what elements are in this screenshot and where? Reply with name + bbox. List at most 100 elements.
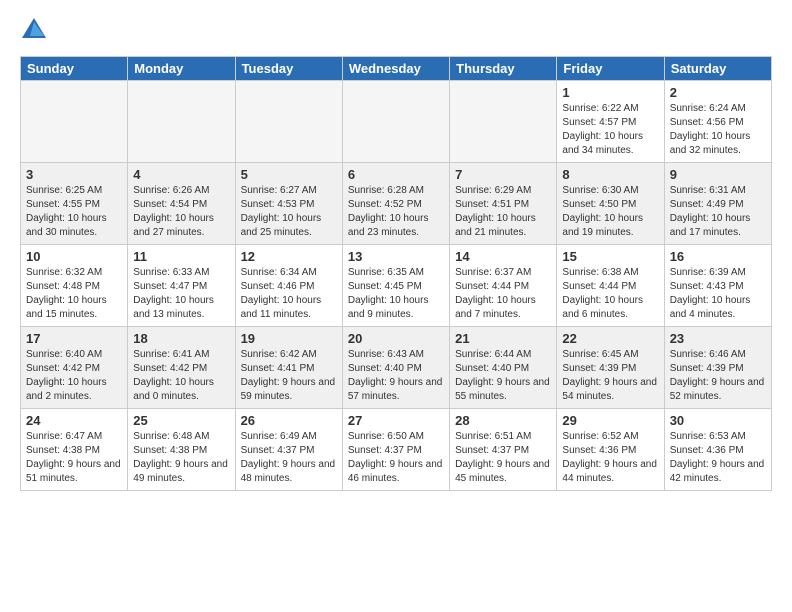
day-info: Sunrise: 6:26 AM Sunset: 4:54 PM Dayligh… <box>133 184 229 240</box>
calendar-cell: 23 Sunrise: 6:46 AM Sunset: 4:39 PM Dayli… <box>664 327 771 409</box>
day-number: 8 <box>562 167 658 182</box>
day-info: Sunrise: 6:35 AM Sunset: 4:45 PM Dayligh… <box>348 266 444 322</box>
calendar-cell: 22Sunrise: 6:45 AM Sunset: 4:39 PM Dayli… <box>557 327 664 409</box>
calendar-cell: 20 Sunrise: 6:43 AM Sunset: 4:40 PM Dayli… <box>342 327 449 409</box>
day-info: Sunrise: 6:37 AM Sunset: 4:44 PM Dayligh… <box>455 266 551 322</box>
calendar-cell <box>450 81 557 163</box>
day-info: Sunrise: 6:47 AM Sunset: 4:38 PM Dayligh… <box>26 430 122 486</box>
day-info: Sunrise: 6:33 AM Sunset: 4:47 PM Dayligh… <box>133 266 229 322</box>
calendar-cell: 17Sunrise: 6:40 AM Sunset: 4:42 PM Dayli… <box>21 327 128 409</box>
day-number: 19 <box>241 331 337 346</box>
logo-icon <box>20 16 48 44</box>
calendar-week-0: 1 Sunrise: 6:22 AM Sunset: 4:57 PM Daylig… <box>21 81 772 163</box>
page: SundayMondayTuesdayWednesdayThursdayFrid… <box>0 0 792 501</box>
day-info: Sunrise: 6:28 AM Sunset: 4:52 PM Dayligh… <box>348 184 444 240</box>
calendar-cell: 29Sunrise: 6:52 AM Sunset: 4:36 PM Dayli… <box>557 409 664 491</box>
calendar-cell: 12 Sunrise: 6:34 AM Sunset: 4:46 PM Dayli… <box>235 245 342 327</box>
day-number: 6 <box>348 167 444 182</box>
day-info: Sunrise: 6:25 AM Sunset: 4:55 PM Dayligh… <box>26 184 122 240</box>
day-number: 7 <box>455 167 551 182</box>
day-info: Sunrise: 6:38 AM Sunset: 4:44 PM Dayligh… <box>562 266 658 322</box>
day-info: Sunrise: 6:43 AM Sunset: 4:40 PM Dayligh… <box>348 348 444 404</box>
day-info: Sunrise: 6:50 AM Sunset: 4:37 PM Dayligh… <box>348 430 444 486</box>
day-info: Sunrise: 6:31 AM Sunset: 4:49 PM Dayligh… <box>670 184 766 240</box>
day-info: Sunrise: 6:34 AM Sunset: 4:46 PM Dayligh… <box>241 266 337 322</box>
calendar-cell: 13 Sunrise: 6:35 AM Sunset: 4:45 PM Dayli… <box>342 245 449 327</box>
day-number: 15 <box>562 249 658 264</box>
calendar-cell: 25Sunrise: 6:48 AM Sunset: 4:38 PM Dayli… <box>128 409 235 491</box>
day-info: Sunrise: 6:22 AM Sunset: 4:57 PM Dayligh… <box>562 102 658 158</box>
calendar-cell: 16 Sunrise: 6:39 AM Sunset: 4:43 PM Dayli… <box>664 245 771 327</box>
day-info: Sunrise: 6:44 AM Sunset: 4:40 PM Dayligh… <box>455 348 551 404</box>
calendar-cell: 10Sunrise: 6:32 AM Sunset: 4:48 PM Dayli… <box>21 245 128 327</box>
day-number: 9 <box>670 167 766 182</box>
day-number: 24 <box>26 413 122 428</box>
calendar-header-sunday: Sunday <box>21 57 128 81</box>
calendar-header-saturday: Saturday <box>664 57 771 81</box>
calendar-cell <box>128 81 235 163</box>
day-number: 23 <box>670 331 766 346</box>
calendar-cell: 2Sunrise: 6:24 AM Sunset: 4:56 PM Daylig… <box>664 81 771 163</box>
day-info: Sunrise: 6:46 AM Sunset: 4:39 PM Dayligh… <box>670 348 766 404</box>
day-number: 21 <box>455 331 551 346</box>
day-info: Sunrise: 6:42 AM Sunset: 4:41 PM Dayligh… <box>241 348 337 404</box>
day-number: 28 <box>455 413 551 428</box>
calendar-cell: 28 Sunrise: 6:51 AM Sunset: 4:37 PM Dayli… <box>450 409 557 491</box>
calendar-cell: 18 Sunrise: 6:41 AM Sunset: 4:42 PM Dayli… <box>128 327 235 409</box>
calendar-cell: 9 Sunrise: 6:31 AM Sunset: 4:49 PM Daylig… <box>664 163 771 245</box>
calendar-header-friday: Friday <box>557 57 664 81</box>
day-info: Sunrise: 6:39 AM Sunset: 4:43 PM Dayligh… <box>670 266 766 322</box>
calendar-cell: 27 Sunrise: 6:50 AM Sunset: 4:37 PM Dayli… <box>342 409 449 491</box>
day-number: 1 <box>562 85 658 100</box>
day-number: 20 <box>348 331 444 346</box>
day-number: 26 <box>241 413 337 428</box>
day-number: 22 <box>562 331 658 346</box>
day-number: 12 <box>241 249 337 264</box>
calendar-cell: 6 Sunrise: 6:28 AM Sunset: 4:52 PM Daylig… <box>342 163 449 245</box>
day-number: 27 <box>348 413 444 428</box>
day-number: 29 <box>562 413 658 428</box>
day-info: Sunrise: 6:51 AM Sunset: 4:37 PM Dayligh… <box>455 430 551 486</box>
calendar-cell <box>21 81 128 163</box>
day-info: Sunrise: 6:41 AM Sunset: 4:42 PM Dayligh… <box>133 348 229 404</box>
calendar-cell: 5 Sunrise: 6:27 AM Sunset: 4:53 PM Daylig… <box>235 163 342 245</box>
day-number: 3 <box>26 167 122 182</box>
calendar-header-thursday: Thursday <box>450 57 557 81</box>
calendar-week-1: 3 Sunrise: 6:25 AM Sunset: 4:55 PM Daylig… <box>21 163 772 245</box>
day-info: Sunrise: 6:32 AM Sunset: 4:48 PM Dayligh… <box>26 266 122 322</box>
header <box>20 16 772 44</box>
day-number: 11 <box>133 249 229 264</box>
calendar-week-2: 10Sunrise: 6:32 AM Sunset: 4:48 PM Dayli… <box>21 245 772 327</box>
day-number: 5 <box>241 167 337 182</box>
calendar-cell: 26Sunrise: 6:49 AM Sunset: 4:37 PM Dayli… <box>235 409 342 491</box>
day-info: Sunrise: 6:30 AM Sunset: 4:50 PM Dayligh… <box>562 184 658 240</box>
calendar-cell <box>342 81 449 163</box>
logo <box>20 16 52 44</box>
calendar-cell: 3 Sunrise: 6:25 AM Sunset: 4:55 PM Daylig… <box>21 163 128 245</box>
day-number: 13 <box>348 249 444 264</box>
calendar-cell: 4Sunrise: 6:26 AM Sunset: 4:54 PM Daylig… <box>128 163 235 245</box>
calendar-header-monday: Monday <box>128 57 235 81</box>
calendar-cell: 21 Sunrise: 6:44 AM Sunset: 4:40 PM Dayli… <box>450 327 557 409</box>
calendar-cell: 15 Sunrise: 6:38 AM Sunset: 4:44 PM Dayli… <box>557 245 664 327</box>
day-info: Sunrise: 6:48 AM Sunset: 4:38 PM Dayligh… <box>133 430 229 486</box>
calendar-cell: 30Sunrise: 6:53 AM Sunset: 4:36 PM Dayli… <box>664 409 771 491</box>
calendar-cell: 1 Sunrise: 6:22 AM Sunset: 4:57 PM Daylig… <box>557 81 664 163</box>
calendar-header-tuesday: Tuesday <box>235 57 342 81</box>
day-number: 17 <box>26 331 122 346</box>
day-info: Sunrise: 6:27 AM Sunset: 4:53 PM Dayligh… <box>241 184 337 240</box>
calendar-week-4: 24 Sunrise: 6:47 AM Sunset: 4:38 PM Dayli… <box>21 409 772 491</box>
day-number: 18 <box>133 331 229 346</box>
day-number: 14 <box>455 249 551 264</box>
calendar-cell: 7 Sunrise: 6:29 AM Sunset: 4:51 PM Daylig… <box>450 163 557 245</box>
calendar-cell: 8 Sunrise: 6:30 AM Sunset: 4:50 PM Daylig… <box>557 163 664 245</box>
calendar-cell: 19 Sunrise: 6:42 AM Sunset: 4:41 PM Dayli… <box>235 327 342 409</box>
calendar-cell: 24 Sunrise: 6:47 AM Sunset: 4:38 PM Dayli… <box>21 409 128 491</box>
calendar-header-wednesday: Wednesday <box>342 57 449 81</box>
calendar-cell <box>235 81 342 163</box>
day-info: Sunrise: 6:53 AM Sunset: 4:36 PM Dayligh… <box>670 430 766 486</box>
day-number: 16 <box>670 249 766 264</box>
day-info: Sunrise: 6:29 AM Sunset: 4:51 PM Dayligh… <box>455 184 551 240</box>
day-info: Sunrise: 6:24 AM Sunset: 4:56 PM Dayligh… <box>670 102 766 158</box>
calendar-cell: 14 Sunrise: 6:37 AM Sunset: 4:44 PM Dayli… <box>450 245 557 327</box>
